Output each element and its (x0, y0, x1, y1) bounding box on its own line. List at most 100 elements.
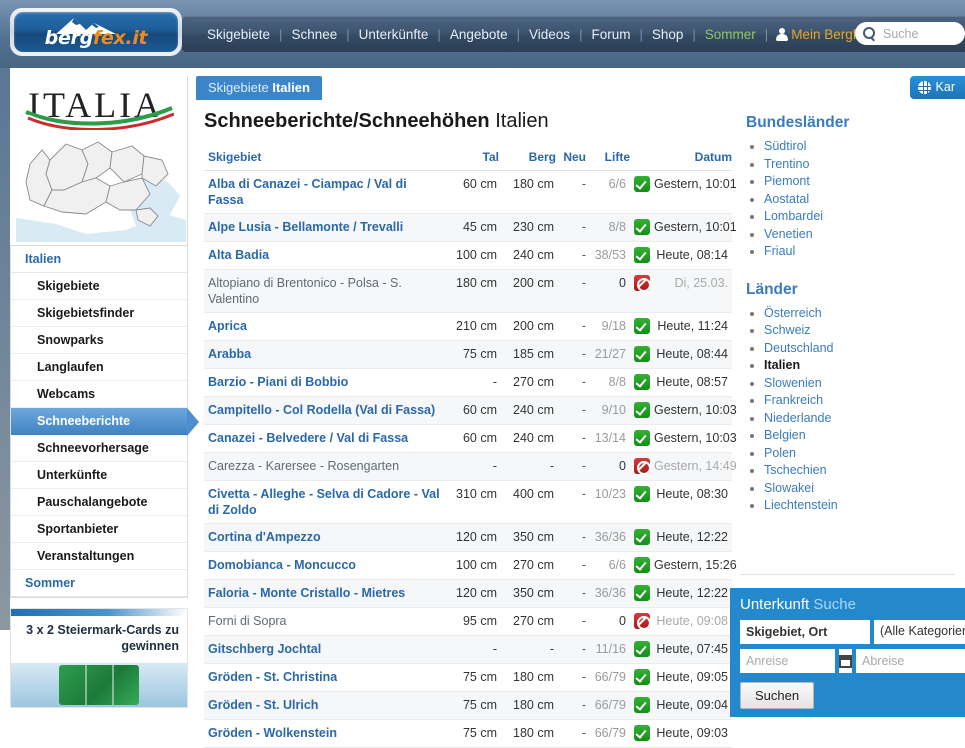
table-row[interactable]: Altopiano di Brentonico - Polsa - S. Val… (204, 269, 732, 313)
resort-name-link[interactable]: Gröden - Wolkenstein (204, 719, 442, 748)
col-header-neu[interactable]: Neu (556, 147, 586, 171)
resort-name-link[interactable]: Alpe Lusia - Bellamonte / Trevalli (204, 213, 442, 242)
land-link-7[interactable]: Belgien (764, 427, 965, 445)
table-row[interactable]: Gröden - St. Ulrich 75 cm 180 cm -66/79 Heut… (204, 691, 732, 720)
search-input[interactable] (881, 25, 961, 42)
bundesland-link-1[interactable]: Trentino (764, 156, 965, 174)
table-row[interactable]: Gitschberg Jochtal - - -11/16 Heute, 07:45 (204, 635, 732, 664)
col-header-datum[interactable]: Datum (654, 147, 732, 171)
land-link-2[interactable]: Deutschland (764, 340, 965, 358)
land-link-6[interactable]: Niederlande (764, 410, 965, 428)
cell-lifte: 6/6 (586, 551, 630, 580)
nav-item-sommer[interactable]: Sommer (696, 27, 765, 42)
table-row[interactable]: Gröden - St. Christina 75 cm 180 cm -66/79 H… (204, 663, 732, 692)
table-row[interactable]: Alba di Canazei - Ciampac / Val di Fassa… (204, 170, 737, 214)
nav-item-skigebiete[interactable]: Skigebiete (198, 27, 279, 42)
nav-item-shop[interactable]: Shop (643, 27, 693, 42)
land-link-4[interactable]: Slowenien (764, 375, 965, 393)
resort-name-link[interactable]: Alta Badia (204, 241, 442, 270)
calendar-icon[interactable] (839, 649, 852, 673)
bundesland-link-2[interactable]: Piemont (764, 173, 965, 191)
resort-name-link[interactable]: Alba di Canazei - Ciampac / Val di Fassa (204, 170, 442, 214)
sidebar-item-snowparks[interactable]: Snowparks (11, 327, 187, 354)
table-row[interactable]: Arabba 75 cm 185 cm -21/27 Heute, 08:44 (204, 340, 732, 369)
left-nav-head-sommer[interactable]: Sommer (11, 570, 187, 597)
cell-berg: - (499, 635, 556, 664)
resort-name-link[interactable]: Cortina d'Ampezzo (204, 523, 442, 552)
sidebar-item-skigebietsfinder[interactable]: Skigebietsfinder (11, 300, 187, 327)
uk-arrival-input[interactable] (740, 649, 835, 673)
nav-item-schnee[interactable]: Schnee (282, 27, 346, 42)
col-header-lifte[interactable]: Lifte (586, 147, 630, 171)
resort-name-link[interactable]: Domobianca - Moncucco (204, 551, 442, 580)
sidebar-item-veranstaltungen[interactable]: Veranstaltungen (11, 543, 187, 570)
land-link-5[interactable]: Frankreich (764, 392, 965, 410)
land-link-0[interactable]: Österreich (764, 305, 965, 323)
sidebar-item-pauschalangebote[interactable]: Pauschalangebote (11, 489, 187, 516)
land-link-1[interactable]: Schweiz (764, 322, 965, 340)
land-link-9[interactable]: Tschechien (764, 462, 965, 480)
resort-name-link[interactable]: Campitello - Col Rodella (Val di Fassa) (204, 396, 442, 425)
resort-name-link[interactable]: Carezza - Karersee - Rosengarten (204, 452, 442, 481)
nav-item-angebote[interactable]: Angebote (441, 27, 517, 42)
land-link-11[interactable]: Liechtenstein (764, 497, 965, 515)
resort-name-link[interactable]: Arabba (204, 340, 442, 369)
table-row[interactable]: Carezza - Karersee - Rosengarten - - -0 Gest… (204, 452, 737, 481)
land-link-3[interactable]: Italien (764, 357, 965, 375)
sidebar-item-schneevorhersage[interactable]: Schneevorhersage (11, 435, 187, 462)
status-open-icon (630, 213, 654, 242)
resort-name-link[interactable]: Aprica (204, 312, 442, 341)
bundesland-link-5[interactable]: Venetien (764, 226, 965, 244)
bundesland-link-6[interactable]: Friaul (764, 243, 965, 261)
col-header-tal[interactable]: Tal (442, 147, 499, 171)
table-row[interactable]: Alta Badia 100 cm 240 cm -38/53 Heute, 08:14 (204, 241, 732, 270)
resort-name-link[interactable]: Forni di Sopra (204, 607, 442, 636)
bundesland-link-4[interactable]: Lombardei (764, 208, 965, 226)
uk-row-dates (740, 649, 965, 673)
resort-name-link[interactable]: Gröden - St. Christina (204, 663, 442, 692)
nav-item-forum[interactable]: Forum (582, 27, 639, 42)
sidebar-item-skigebiete[interactable]: Skigebiete (11, 273, 187, 300)
sidebar-item-schneeberichte[interactable]: Schneeberichte (11, 408, 199, 436)
table-row[interactable]: Civetta - Alleghe - Selva di Cadore - Va… (204, 480, 732, 524)
land-link-10[interactable]: Slowakei (764, 480, 965, 498)
uk-location-input[interactable] (740, 620, 870, 644)
resort-name-link[interactable]: Gröden - St. Ulrich (204, 691, 442, 720)
resort-name-link[interactable]: Barzio - Piani di Bobbio (204, 368, 442, 397)
sidebar-item-sportanbieter[interactable]: Sportanbieter (11, 516, 187, 543)
resort-name-link[interactable]: Gitschberg Jochtal (204, 635, 442, 664)
table-row[interactable]: Domobianca - Moncucco 100 cm 270 cm -6/6 Ges… (204, 551, 737, 580)
sidebar-item-unterkuenfte[interactable]: Unterkünfte (11, 462, 187, 489)
table-row[interactable]: Faloria - Monte Cristallo - Mietres 120 c… (204, 579, 732, 608)
table-row[interactable]: Campitello - Col Rodella (Val di Fassa) 6… (204, 396, 737, 425)
uk-departure-input[interactable] (856, 649, 965, 673)
nav-item-unterkuenfte[interactable]: Unterkünfte (350, 27, 438, 42)
bundesland-link-0[interactable]: Südtirol (764, 138, 965, 156)
site-logo[interactable]: bergfex.it (10, 8, 182, 56)
table-row[interactable]: Canazei - Belvedere / Val di Fassa 60 cm 2… (204, 424, 737, 453)
bundesland-link-3[interactable]: Aostatal (764, 191, 965, 209)
sidebar-item-langlaufen[interactable]: Langlaufen (11, 354, 187, 381)
table-row[interactable]: Alpe Lusia - Bellamonte / Trevalli 45 cm 2… (204, 213, 737, 242)
breadcrumb[interactable]: Skigebiete Italien (196, 76, 322, 100)
table-row[interactable]: Barzio - Piani di Bobbio -270 cm -8/8 Heute… (204, 368, 732, 397)
promo-banner[interactable]: 3 x 2 Steiermark-Cards zu gewinnen (10, 608, 188, 708)
col-header-berg[interactable]: Berg (499, 147, 556, 171)
left-nav-head-italien[interactable]: Italien (11, 246, 187, 273)
resort-name-link[interactable]: Altopiano di Brentonico - Polsa - S. Val… (204, 269, 442, 313)
map-button[interactable]: Kar (909, 76, 965, 99)
resort-name-link[interactable]: Faloria - Monte Cristallo - Mietres (204, 579, 442, 608)
resort-name-link[interactable]: Civetta - Alleghe - Selva di Cadore - Va… (204, 480, 442, 524)
uk-search-button[interactable]: Suchen (740, 682, 815, 709)
uk-category-select[interactable]: (Alle Kategorien) (874, 620, 965, 644)
table-row[interactable]: Aprica 210 cm 200 cm -9/18 Heute, 11:24 (204, 312, 732, 341)
land-link-8[interactable]: Polen (764, 445, 965, 463)
resort-name-link[interactable]: Canazei - Belvedere / Val di Fassa (204, 424, 442, 453)
col-header-skigebiet[interactable]: Skigebiet (204, 147, 442, 171)
header-search[interactable] (855, 22, 965, 45)
table-row[interactable]: Forni di Sopra 95 cm 270 cm -0 Heute, 09:08 (204, 607, 732, 636)
table-row[interactable]: Cortina d'Ampezzo 120 cm 350 cm -36/36 Heute… (204, 523, 732, 552)
sidebar-item-webcams[interactable]: Webcams (11, 381, 187, 408)
nav-item-videos[interactable]: Videos (520, 27, 579, 42)
table-row[interactable]: Gröden - Wolkenstein 75 cm 180 cm -66/79 Heu… (204, 719, 732, 748)
